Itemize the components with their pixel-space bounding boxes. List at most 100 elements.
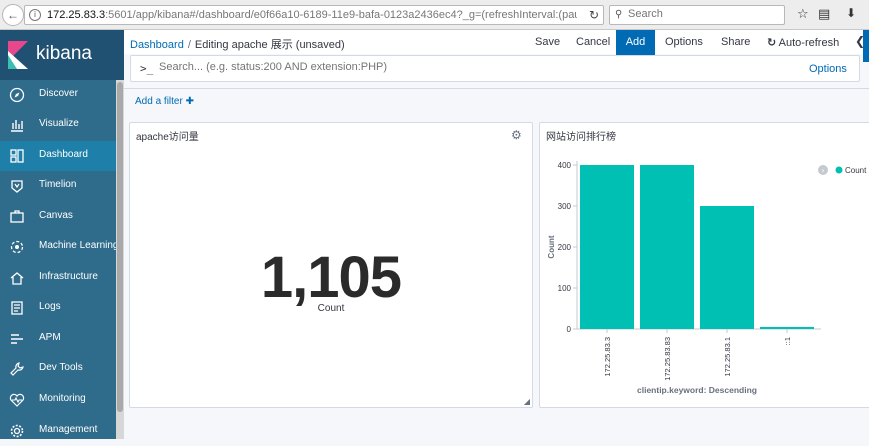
bar xyxy=(700,206,754,329)
breadcrumb-dashboard-link[interactable]: Dashboard xyxy=(130,39,184,51)
bar-chart: 0 100 200 300 400 172.25.83.3 172.25.83.83 172.… xyxy=(547,161,867,395)
x-tick-label: ::1 xyxy=(783,337,792,345)
sidebar-item-label: Timelion xyxy=(39,179,77,190)
sidebar-item-label: Machine Learning xyxy=(39,240,119,251)
browser-toolbar: ← i 172.25.83.3:5601/app/kibana#/dashboa… xyxy=(0,0,869,30)
reload-icon[interactable]: ↻ xyxy=(589,8,599,22)
y-tick-label: 400 xyxy=(558,161,572,170)
sidebar-item-discover[interactable]: Discover xyxy=(0,80,124,110)
wrench-icon xyxy=(9,361,25,377)
auto-refresh-label: Auto-refresh xyxy=(778,37,840,49)
infrastructure-icon xyxy=(9,270,25,286)
bookmark-star-icon[interactable]: ☆ xyxy=(797,6,809,22)
add-button[interactable]: Add xyxy=(616,30,655,55)
query-bar: >_ Options xyxy=(130,55,860,82)
logo-text: kibana xyxy=(36,43,92,64)
breadcrumb-separator: / xyxy=(187,39,191,51)
breadcrumb: Dashboard / Editing apache 展示 (unsaved) xyxy=(130,36,345,52)
kibana-logo[interactable]: kibana xyxy=(0,30,124,80)
sidebar-item-infrastructure[interactable]: Infrastructure xyxy=(0,263,124,293)
sidebar-item-label: Management xyxy=(39,424,98,435)
legend-swatch xyxy=(835,166,843,174)
scrollbar-thumb[interactable] xyxy=(117,82,123,412)
sidebar-item-dev-tools[interactable]: Dev Tools xyxy=(0,354,124,384)
canvas-icon xyxy=(9,209,25,225)
sidebar-item-dashboard[interactable]: Dashboard xyxy=(0,141,124,171)
machine-learning-icon xyxy=(9,239,25,255)
sidebar-item-machine-learning[interactable]: Machine Learning xyxy=(0,232,124,262)
kibana-logo-icon xyxy=(8,41,28,69)
search-icon: ⚲ xyxy=(615,9,623,20)
apm-icon xyxy=(9,331,25,347)
clipboard-icon[interactable]: ▤ xyxy=(818,6,830,22)
plus-icon: ✚ xyxy=(185,96,194,107)
logs-icon xyxy=(9,300,25,316)
auto-refresh-button[interactable]: ↻ Auto-refresh xyxy=(767,36,839,49)
resize-handle-icon[interactable]: ◢ xyxy=(524,397,530,406)
share-button[interactable]: Share xyxy=(721,36,750,48)
divider xyxy=(124,88,869,89)
top-nav: Dashboard / Editing apache 展示 (unsaved) Sa… xyxy=(124,30,869,62)
metric-panel[interactable]: apache访问量 ⚙ 1,105 Count ◢ xyxy=(129,122,533,408)
bar xyxy=(640,165,694,329)
panel-gear-icon[interactable]: ⚙ xyxy=(511,128,522,142)
x-tick-label: 172.25.83.83 xyxy=(663,337,672,381)
back-arrow-icon[interactable]: ← xyxy=(2,4,24,26)
time-picker-edge[interactable] xyxy=(863,30,869,62)
sidebar-item-label: Discover xyxy=(39,88,78,99)
sidebar-item-label: Infrastructure xyxy=(39,271,98,282)
sidebar-item-label: Dev Tools xyxy=(39,362,83,373)
sidebar-item-apm[interactable]: APM xyxy=(0,324,124,354)
panel-title: apache访问量 xyxy=(136,132,199,143)
x-axis-title: clientip.keyword: Descending xyxy=(637,385,757,395)
url-text[interactable]: 172.25.83.3:5601/app/kibana#/dashboard/e… xyxy=(47,9,577,21)
add-filter-label: Add a filter xyxy=(135,96,183,107)
bar xyxy=(760,326,814,329)
info-icon[interactable]: i xyxy=(29,9,41,21)
save-button[interactable]: Save xyxy=(535,36,560,48)
sidebar-item-management[interactable]: Management xyxy=(0,416,124,446)
sidebar-item-label: APM xyxy=(39,332,61,343)
timelion-icon xyxy=(9,178,25,194)
y-axis-title: Count xyxy=(547,235,556,258)
add-filter-button[interactable]: Add a filter ✚ xyxy=(135,96,194,107)
metric-value: 1,105 xyxy=(260,245,402,310)
search-input[interactable] xyxy=(159,61,809,73)
sidebar-item-canvas[interactable]: Canvas xyxy=(0,202,124,232)
browser-search-input[interactable] xyxy=(628,8,778,20)
bar xyxy=(580,165,634,329)
compass-icon xyxy=(9,87,25,103)
refresh-icon: ↻ xyxy=(767,37,777,49)
sidebar-item-label: Dashboard xyxy=(39,149,88,160)
y-tick-label: 100 xyxy=(558,284,572,293)
query-prompt-icon: >_ xyxy=(140,62,154,75)
cancel-button[interactable]: Cancel xyxy=(576,36,610,48)
legend-chevron-icon: › xyxy=(821,166,824,175)
download-icon[interactable]: ⬇ xyxy=(846,6,856,20)
heartbeat-icon xyxy=(9,392,25,408)
sidebar-item-visualize[interactable]: Visualize xyxy=(0,110,124,140)
address-bar[interactable]: i 172.25.83.3:5601/app/kibana#/dashboard… xyxy=(24,5,604,25)
breadcrumb-current: Editing apache 展示 (unsaved) xyxy=(194,39,345,51)
gear-icon xyxy=(9,423,25,439)
y-tick-label: 200 xyxy=(558,243,572,252)
x-tick-label: 172.25.83.3 xyxy=(603,337,612,377)
y-tick-label: 0 xyxy=(567,325,572,334)
sidebar-item-label: Logs xyxy=(39,301,61,312)
sidebar-item-timelion[interactable]: Timelion xyxy=(0,171,124,201)
sidebar-scrollbar[interactable] xyxy=(116,80,124,439)
query-options-button[interactable]: Options xyxy=(809,63,847,75)
sidebar-item-label: Canvas xyxy=(39,210,73,221)
sidebar-item-monitoring[interactable]: Monitoring xyxy=(0,385,124,415)
metric-label: Count xyxy=(317,303,345,314)
sidebar-item-label: Visualize xyxy=(39,118,79,129)
sidebar-item-label: Monitoring xyxy=(39,393,86,404)
options-button[interactable]: Options xyxy=(665,36,703,48)
browser-search-box[interactable]: ⚲ xyxy=(609,5,785,25)
legend-label: Count xyxy=(845,166,867,175)
sidebar-item-logs[interactable]: Logs xyxy=(0,293,124,323)
visualize-icon xyxy=(9,117,25,133)
y-tick-label: 300 xyxy=(558,202,572,211)
bar-chart-panel[interactable]: 网站访问排行榜 0 100 200 300 400 172.25.83.3 172.25.8… xyxy=(539,122,869,408)
dashboard-icon xyxy=(9,148,25,164)
